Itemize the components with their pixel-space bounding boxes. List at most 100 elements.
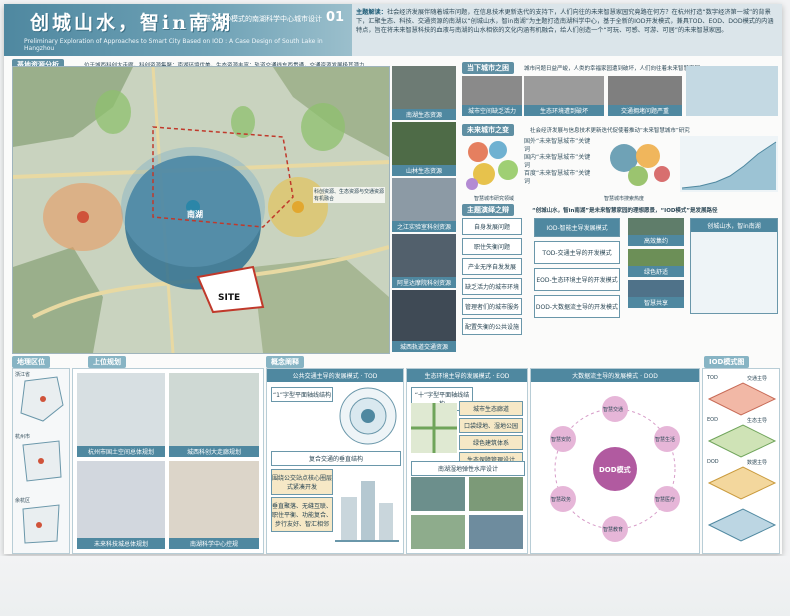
section-future-city: 未来城市之变 (462, 124, 514, 136)
eod-point: 城市生态廊道 (459, 401, 523, 416)
section-location: 地理区位 (12, 356, 50, 368)
goal-label: 智慧共享 (628, 297, 684, 308)
upper-map-label: 未来科技城总体规划 (77, 538, 165, 549)
dod-node: 智慧安防 (551, 437, 572, 443)
title-banner: 创城山水，智in南湖 ——基于IOD模式的南湖科学中心城市设计 01 Preli… (4, 4, 352, 56)
current-card-label: 交通拥堵问题严重 (608, 105, 682, 116)
iod-label: 数据主导 (747, 460, 768, 466)
upper-map-4: 南湖科学中心控规 (169, 461, 259, 549)
page-footer-shadow (0, 556, 790, 616)
problem-item: 配置失衡的公共设施 (462, 318, 522, 335)
future-word-cloud (466, 141, 518, 190)
dod-title: 大数据流主导的发展模式 · DOD (531, 369, 699, 382)
problem-item: 自身发展问题 (462, 218, 522, 235)
future-keyword: 国内“未来智慧城市”关键词 (524, 154, 591, 169)
section-concept: 概念阐释 (266, 356, 304, 368)
eod-photo-1 (411, 477, 465, 511)
mode-item: EOD-生态环境主导的开发模式 (534, 268, 620, 291)
vision-box: 创城山水，智in南湖 (690, 218, 778, 314)
eod-list: 城市生态廊道 口袋绿地、湿地公园 绿色建筑体系 生态保障管理设计 (459, 401, 523, 467)
tod-panel: 公共交通主导的发展模式 · TOD “1”字型平面轴线结构 复合交通的垂直结构 … (266, 368, 404, 554)
mode-item: TOD-交通主导的开发模式 (534, 241, 620, 264)
theme-heading: “创城山水，智in南湖”是未来智慧家园的理想愿景，“IOD模式”是发展路径 (532, 208, 718, 214)
photo-label: 阿里达摩院科创资源 (392, 277, 456, 288)
intro-label: 主题解读： (356, 9, 387, 16)
dod-node: 智慧交通 (603, 407, 624, 413)
theme-mode-list: IOD-智能主导发展模式 TOD-交通主导的开发模式 EOD-生态环境主导的开发… (534, 218, 620, 322)
map-site-label: SITE (218, 293, 241, 303)
iod-label: 生态主导 (747, 418, 768, 424)
future-keywords: 国外“未来智慧城市”关键词 国内“未来智慧城市”关键词 百度“未来智慧城市”关键… (524, 138, 596, 186)
current-card-label: 生态环境遭到破坏 (524, 105, 604, 116)
problem-item: 职住失衡问题 (462, 238, 522, 255)
theme-problem-list: 自身发展问题 职住失衡问题 产业无序自发发展 缺乏活力的城市环境 管理者们的城市… (462, 218, 522, 338)
tod-point: “1”字型平面轴线结构 (271, 387, 333, 402)
photo-metro: 城西轨道交通资源 (392, 290, 456, 352)
upper-map-label: 杭州市国土空间总体规划 (77, 446, 165, 457)
photo-damo-academy: 阿里达摩院科创资源 (392, 234, 456, 288)
eod-panel: 生态环境主导的发展模式 · EOD “十”字型平面轴线结构 城市生态廊道 口袋绿… (406, 368, 528, 554)
poster-board: 创城山水，智in南湖 ——基于IOD模式的南湖科学中心城市设计 01 Preli… (4, 4, 782, 554)
tod-point: 围绕公交站点核心圈层式紧凑开发 (271, 469, 333, 495)
section-iod: IOD模式图 (704, 356, 750, 368)
vision-title: 创城山水，智in南湖 (691, 219, 777, 232)
future-bubble-cluster (610, 144, 670, 186)
eod-axis-graphic (411, 403, 457, 453)
future-text: 社会经济发展与信息技术更新迭代促使着推动“未来智慧城市”研究 (530, 128, 690, 134)
location-maps (20, 376, 64, 544)
eod-point: 南湖湿地弹性水岸设计 (411, 461, 525, 476)
current-card-3: 交通拥堵问题严重 (608, 76, 682, 116)
eod-point: 口袋绿地、湿地公园 (459, 418, 523, 433)
dod-center: DOD模式 (599, 466, 631, 474)
dod-node: 智慧政务 (551, 497, 572, 503)
upper-planning-panel: 杭州市国土空间总体规划 城西科创大走廊规划 未来科技城总体规划 南湖科学中心控规 (72, 368, 264, 554)
iod-panel: TOD EOD DOD 交通主导 生态主导 数据主导 (702, 368, 780, 554)
mode-item: DOD-大数据流主导的开发模式 (534, 295, 620, 318)
upper-map-label: 城西科创大走廊规划 (169, 446, 259, 457)
english-title: Preliminary Exploration of Approaches to… (24, 38, 323, 52)
photo-label: 之江实验室科创资源 (392, 221, 456, 232)
location-label-province: 浙江省 (15, 372, 31, 378)
search-trend-chart (680, 136, 778, 192)
tod-section-graphic (335, 481, 399, 542)
current-card-label: 城市空间缺乏活力 (462, 105, 522, 116)
section-current-city: 当下城市之困 (462, 62, 514, 74)
iod-label: EOD (707, 417, 718, 423)
location-panel: 浙江省 杭州市 余杭区 (12, 368, 70, 554)
iod-label: 交通主导 (747, 376, 768, 382)
current-card-2: 生态环境遭到破坏 (524, 76, 604, 116)
upper-map-1: 杭州市国土空间总体规划 (77, 373, 165, 457)
map-lake-label: 南湖 (187, 210, 203, 219)
theme-intro: 主题解读：社会经济发展伴随着城市问题，在信息技术更新迭代的支持下，人们向往的未来… (356, 8, 776, 35)
location-label-city: 杭州市 (15, 434, 31, 440)
photo-zhijiang-lab: 之江实验室科创资源 (392, 178, 456, 232)
header: 创城山水，智in南湖 ——基于IOD模式的南湖科学中心城市设计 01 Preli… (4, 4, 782, 56)
iod-label: TOD (707, 375, 718, 381)
map-note: 科创资源、生态资源与交通资源有机融合 (313, 187, 385, 203)
goal-smart: 智慧共享 (628, 280, 684, 308)
upper-map-label: 南湖科学中心控规 (169, 538, 259, 549)
theme-goal-list: 高效集约 绿色舒适 智慧共享 (628, 218, 684, 308)
eod-photo-3 (411, 515, 465, 549)
eod-photo-2 (469, 477, 523, 511)
tod-point: 垂直聚落、无缝互联、职住平衡、功能复合、步行友好、智汇相邻 (271, 497, 333, 532)
photo-label: 南湖生态资源 (392, 109, 456, 120)
goal-label: 绿色舒适 (628, 266, 684, 277)
eod-photo-4 (469, 515, 523, 549)
iod-label: DOD (707, 459, 719, 465)
tod-point: 复合交通的垂直结构 (271, 451, 401, 466)
upper-map-2: 城西科创大走廊规划 (169, 373, 259, 457)
dod-node: 智慧医疗 (655, 497, 676, 503)
location-label-district: 余杭区 (15, 498, 31, 504)
photo-south-lake: 南湖生态资源 (392, 66, 456, 120)
upper-map-3: 未来科技城总体规划 (77, 461, 165, 549)
problem-item: 管理者们的城市服务 (462, 298, 522, 315)
dod-panel: 大数据流主导的发展模式 · DOD DOD模式 智慧交通 智慧生活 智慧医疗 智… (530, 368, 700, 554)
word-cloud-caption: 智慧城市研究领域 (474, 196, 515, 202)
goal-efficient: 高效集约 (628, 218, 684, 246)
goal-green: 绿色舒适 (628, 249, 684, 277)
current-city-render (686, 66, 778, 116)
subtitle: ——基于IOD模式的南湖科学中心城市设计 (190, 15, 322, 23)
current-card-1: 城市空间缺乏活力 (462, 76, 522, 116)
trend-caption: 智慧城市搜索热度 (604, 196, 645, 202)
